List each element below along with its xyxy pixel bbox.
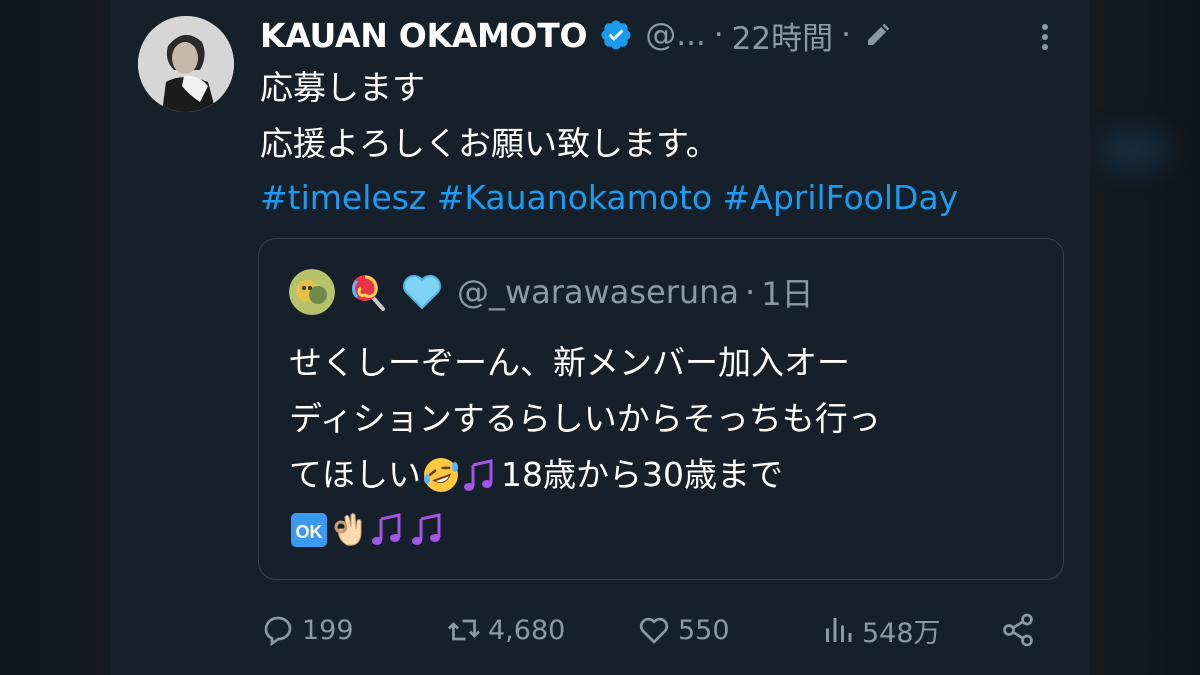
quoted-tweet-header: @_warawaseruna · 1日 (289, 267, 814, 317)
quoted-text-segment: てほしい (289, 455, 421, 494)
music-notes-emoji (412, 513, 441, 545)
like-button[interactable]: 550 (636, 608, 730, 652)
like-count: 550 (678, 614, 730, 646)
quoted-text-line: せくしーぞーん、新メンバー加入オー (289, 343, 850, 382)
ok-button-emoji: OK (291, 513, 327, 547)
hashtag-link[interactable]: #AprilFoolDay (723, 178, 959, 217)
reply-count: 199 (302, 614, 354, 646)
quoted-text-line-3: てほしい 18歳から30歳まで (289, 455, 783, 495)
music-notes-emoji (464, 459, 493, 491)
tweet-action-bar: 199 4,680 550 548万 (260, 608, 1050, 652)
quoted-tweet-card[interactable]: @_warawaseruna · 1日 せくしーぞーん、新メンバー加入オー ディ… (258, 238, 1064, 580)
background-left (0, 0, 110, 675)
quoted-text-segment: 18歳から30歳まで (501, 455, 783, 494)
separator-dot: · (841, 17, 851, 53)
share-icon (1003, 613, 1033, 647)
tweet-header: KAUAN OKAMOTO @... · 22時間 · (260, 10, 893, 60)
retweet-icon (448, 619, 480, 641)
reply-bubble-icon (264, 616, 292, 647)
author-handle[interactable]: @... (645, 17, 706, 53)
quoted-text-line: ディションするらしいからそっちも行っ (289, 399, 881, 438)
music-notes-emoji (372, 513, 401, 545)
tweet-text-line: 応援よろしくお願い致します。 (260, 124, 719, 163)
background-right (1090, 0, 1200, 675)
tweet-text-line: 応募します (260, 68, 425, 107)
separator-dot: · (745, 273, 756, 311)
retweet-count: 4,680 (488, 614, 566, 646)
tweet-timestamp[interactable]: 22時間 (732, 13, 833, 58)
hashtag-link[interactable]: #Kauanokamoto (437, 178, 712, 217)
quoted-tweet-timestamp[interactable]: 1日 (761, 269, 813, 315)
svg-text:OK: OK (296, 522, 323, 542)
blurred-background-element (1100, 130, 1170, 170)
quoted-author-handle[interactable]: @_warawaseruna (457, 273, 739, 311)
views-button[interactable]: 548万 (820, 608, 941, 652)
hashtag-row: #timelesz #Kauanokamoto #AprilFoolDay (260, 178, 958, 218)
ok-hand-emoji (334, 513, 362, 546)
quoted-author-avatar[interactable] (289, 269, 335, 315)
rofl-emoji (424, 458, 458, 492)
reply-button[interactable]: 199 (260, 608, 354, 652)
verified-badge-icon (601, 20, 631, 50)
author-name[interactable]: KAUAN OKAMOTO (260, 16, 588, 55)
views-chart-icon (826, 618, 852, 642)
edit-pencil-icon[interactable] (863, 20, 893, 50)
separator-dot: · (713, 17, 724, 53)
views-count: 548万 (862, 617, 941, 649)
more-vertical-icon[interactable] (1030, 20, 1060, 54)
author-avatar[interactable] (138, 16, 234, 112)
hashtag-link[interactable]: #timelesz (260, 178, 426, 217)
light-blue-heart-emoji (403, 275, 441, 310)
share-button[interactable] (1000, 608, 1036, 652)
quoted-text-line-4: OK (289, 509, 449, 549)
tweet-card[interactable]: KAUAN OKAMOTO @... · 22時間 · 応募します 応援よろしく… (110, 0, 1090, 675)
lollipop-emoji (352, 275, 385, 311)
retweet-button[interactable]: 4,680 (446, 608, 565, 652)
heart-icon (639, 617, 669, 644)
